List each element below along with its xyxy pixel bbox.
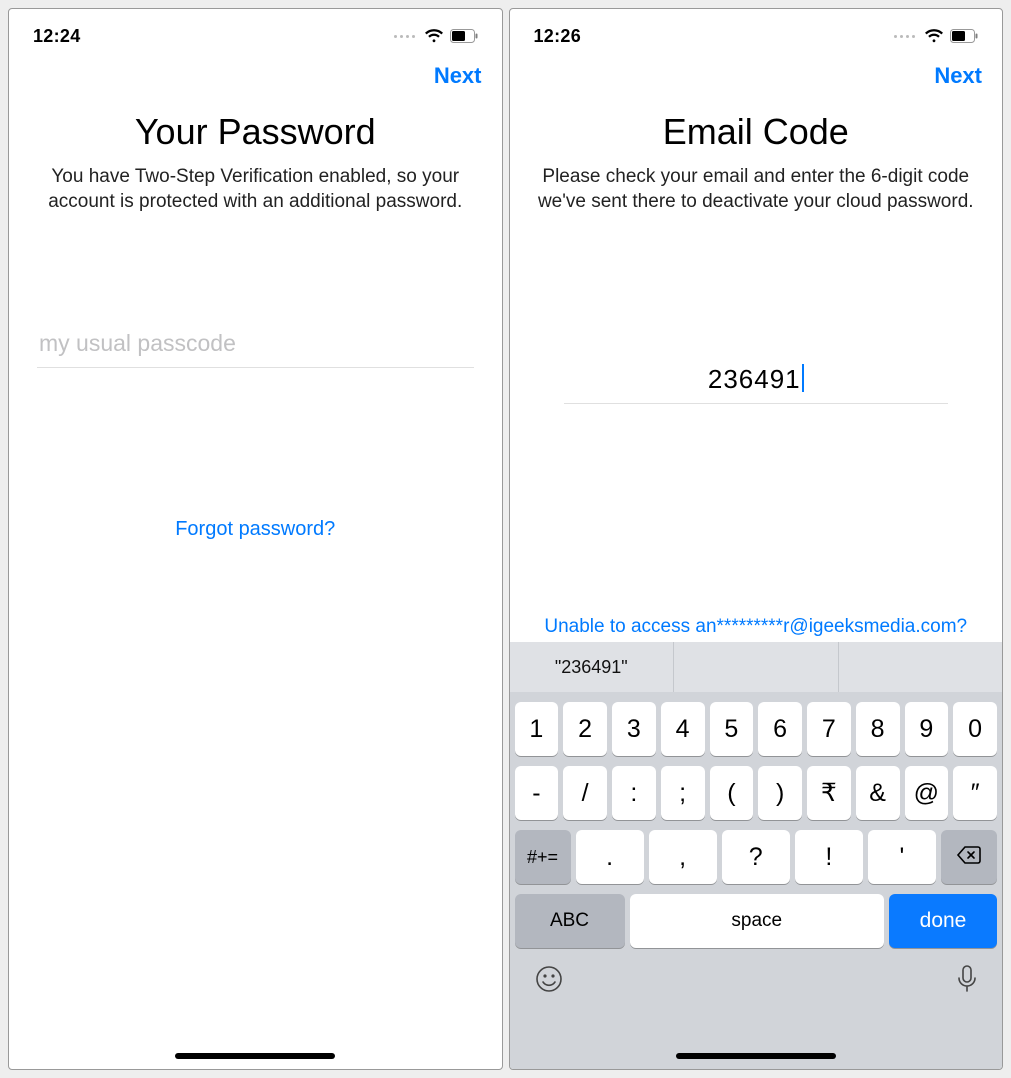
status-icons — [394, 29, 478, 43]
key-question[interactable]: ? — [722, 830, 790, 884]
page-title: Email Code — [663, 111, 849, 153]
screen-email-code: 12:26 Next Email Code Please check your … — [509, 8, 1004, 1070]
key-row-3: #+= . , ? ! ' — [515, 830, 998, 884]
screen-password: 12:24 Next Your Password You have Two-St… — [8, 8, 503, 1070]
key-quote[interactable]: ″ — [953, 766, 997, 820]
code-value: 236491 — [708, 364, 801, 395]
home-indicator[interactable] — [676, 1053, 836, 1059]
key-comma[interactable]: , — [649, 830, 717, 884]
key-1[interactable]: 1 — [515, 702, 559, 756]
keyboard: "236491" 1 2 3 4 5 6 7 8 9 0 - / : ; — [510, 642, 1003, 1069]
key-colon[interactable]: : — [612, 766, 656, 820]
key-abc[interactable]: ABC — [515, 894, 625, 948]
key-2[interactable]: 2 — [563, 702, 607, 756]
content-area: Email Code Please check your email and e… — [510, 97, 1003, 642]
status-time: 12:24 — [33, 26, 81, 47]
text-caret — [802, 364, 804, 392]
page-title: Your Password — [135, 111, 376, 153]
nav-bar: Next — [510, 55, 1003, 97]
key-paren-open[interactable]: ( — [710, 766, 754, 820]
battery-icon — [450, 29, 478, 43]
key-4[interactable]: 4 — [661, 702, 705, 756]
key-semicolon[interactable]: ; — [661, 766, 705, 820]
key-9[interactable]: 9 — [905, 702, 949, 756]
wifi-icon — [924, 29, 944, 43]
page-subtitle: Please check your email and enter the 6-… — [516, 165, 997, 214]
key-done[interactable]: done — [889, 894, 997, 948]
key-5[interactable]: 5 — [710, 702, 754, 756]
keyboard-bottom-bar — [510, 954, 1003, 1013]
microphone-icon[interactable] — [956, 964, 978, 999]
status-bar: 12:26 — [510, 9, 1003, 55]
key-period[interactable]: . — [576, 830, 644, 884]
key-row-2: - / : ; ( ) ₹ & @ ″ — [515, 766, 998, 820]
next-button[interactable]: Next — [934, 63, 982, 89]
wifi-icon — [424, 29, 444, 43]
status-time: 12:26 — [534, 26, 582, 47]
key-backspace[interactable] — [941, 830, 997, 884]
unable-access-link[interactable]: Unable to access an*********r@igeeksmedi… — [510, 616, 1003, 638]
forgot-password-link[interactable]: Forgot password? — [175, 518, 335, 541]
suggestion-item[interactable]: "236491" — [510, 642, 675, 692]
key-space[interactable]: space — [630, 894, 885, 948]
battery-icon — [950, 29, 978, 43]
emoji-icon[interactable] — [534, 964, 564, 999]
next-button[interactable]: Next — [434, 63, 482, 89]
key-at[interactable]: @ — [905, 766, 949, 820]
home-indicator[interactable] — [175, 1053, 335, 1059]
cellular-dots-icon — [894, 35, 915, 38]
password-input[interactable] — [37, 324, 474, 368]
cellular-dots-icon — [394, 35, 415, 38]
password-field-wrap — [31, 324, 480, 368]
status-bar: 12:24 — [9, 9, 502, 55]
key-dash[interactable]: - — [515, 766, 559, 820]
code-input[interactable]: 236491 — [564, 364, 948, 404]
content-area: Your Password You have Two-Step Verifica… — [9, 97, 502, 1069]
key-rows: 1 2 3 4 5 6 7 8 9 0 - / : ; ( ) ₹ & @ — [510, 692, 1003, 954]
status-icons — [894, 29, 978, 43]
key-6[interactable]: 6 — [758, 702, 802, 756]
key-paren-close[interactable]: ) — [758, 766, 802, 820]
suggestion-item-empty[interactable] — [674, 642, 839, 692]
suggestion-bar: "236491" — [510, 642, 1003, 692]
key-ampersand[interactable]: & — [856, 766, 900, 820]
suggestion-item-empty[interactable] — [839, 642, 1003, 692]
page-subtitle: You have Two-Step Verification enabled, … — [31, 165, 480, 214]
key-apostrophe[interactable]: ' — [868, 830, 936, 884]
backspace-icon — [956, 843, 982, 872]
nav-bar: Next — [9, 55, 502, 97]
key-7[interactable]: 7 — [807, 702, 851, 756]
key-3[interactable]: 3 — [612, 702, 656, 756]
key-row-1: 1 2 3 4 5 6 7 8 9 0 — [515, 702, 998, 756]
key-rupee[interactable]: ₹ — [807, 766, 851, 820]
key-slash[interactable]: / — [563, 766, 607, 820]
key-0[interactable]: 0 — [953, 702, 997, 756]
key-8[interactable]: 8 — [856, 702, 900, 756]
key-row-4: ABC space done — [515, 894, 998, 948]
key-exclaim[interactable]: ! — [795, 830, 863, 884]
key-symbols[interactable]: #+= — [515, 830, 571, 884]
